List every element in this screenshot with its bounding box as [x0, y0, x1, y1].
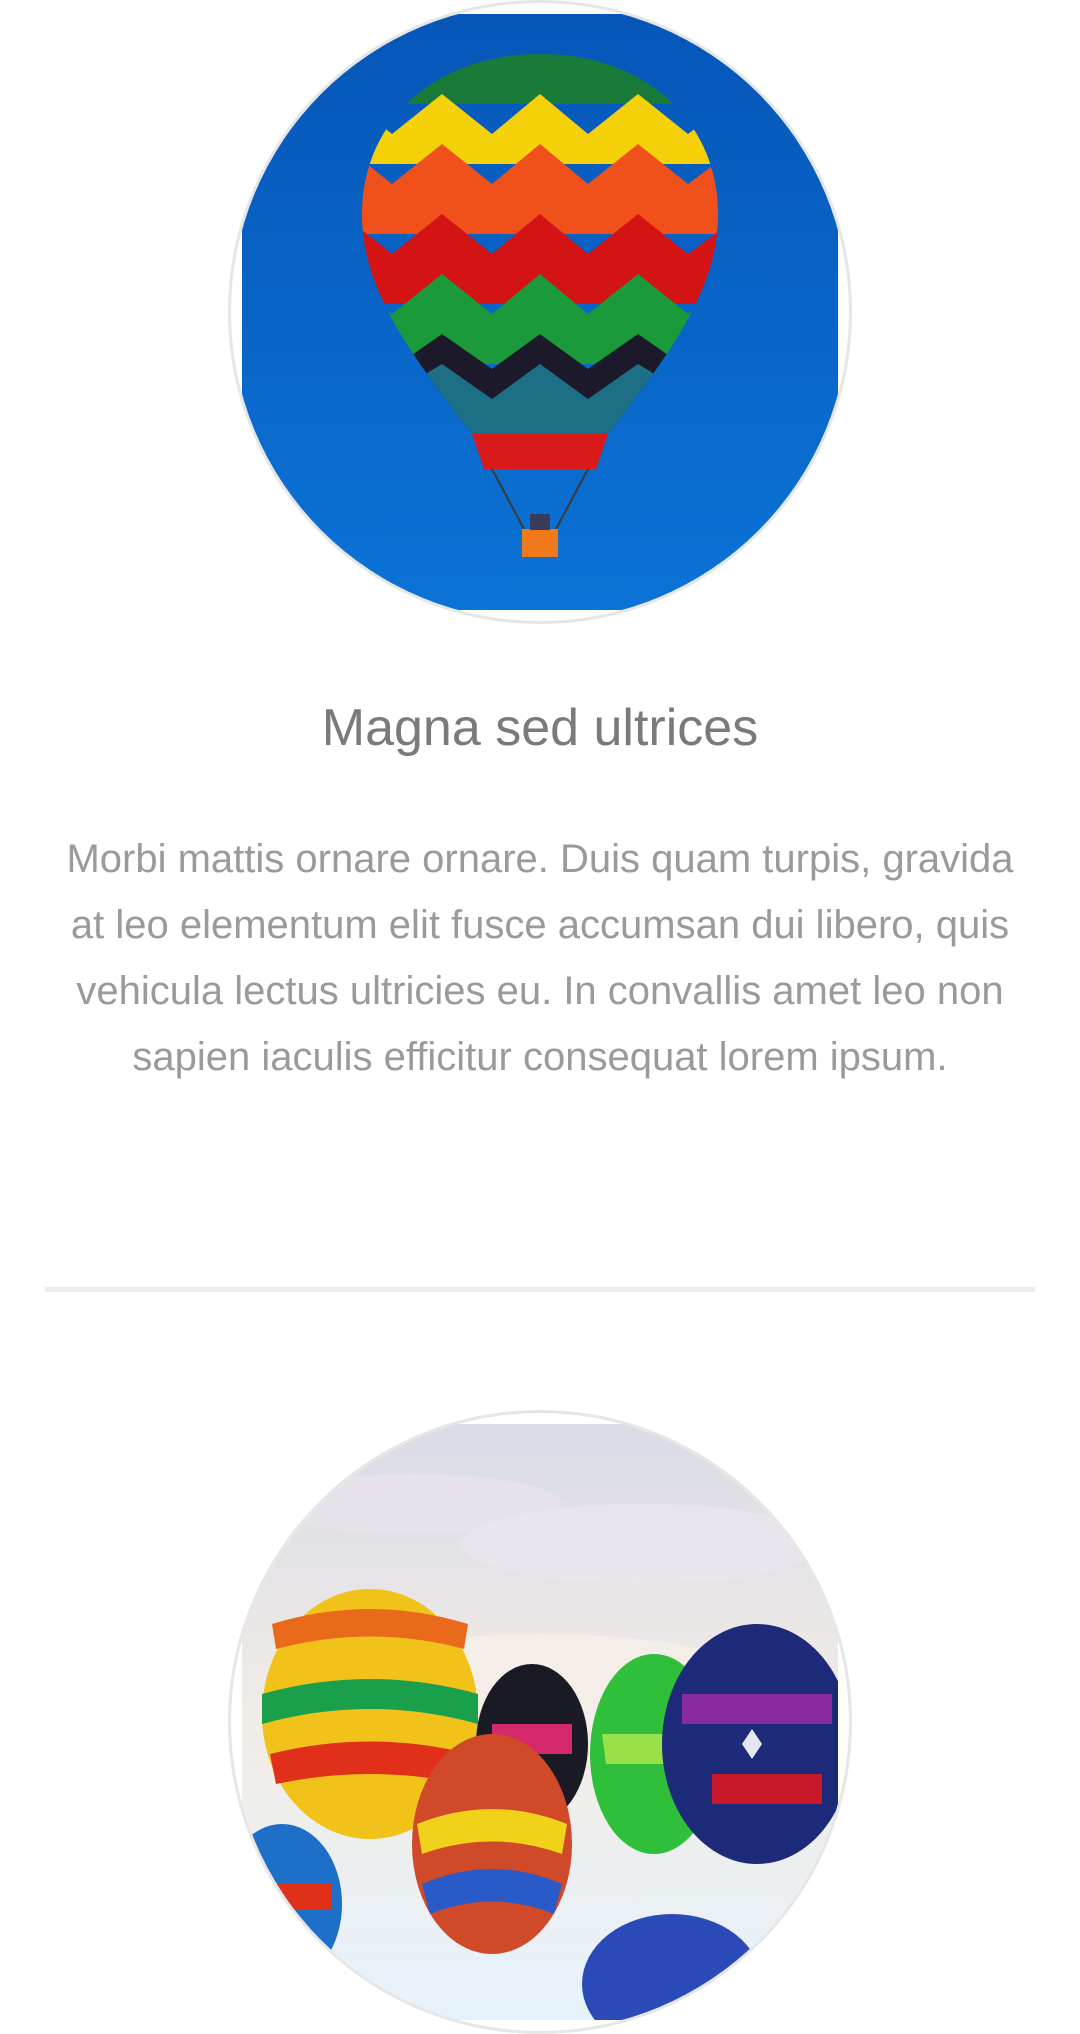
balloon-photo — [242, 14, 838, 610]
feature-image-2 — [228, 1410, 852, 2034]
section-divider — [45, 1287, 1035, 1292]
balloons-group-photo — [242, 1424, 838, 2020]
feature-title-1: Magna sed ultrices — [321, 699, 759, 757]
feature-image-1 — [228, 0, 852, 624]
feature-description-1: Morbi mattis ornare ornare. Duis quam tu… — [66, 837, 1014, 1079]
